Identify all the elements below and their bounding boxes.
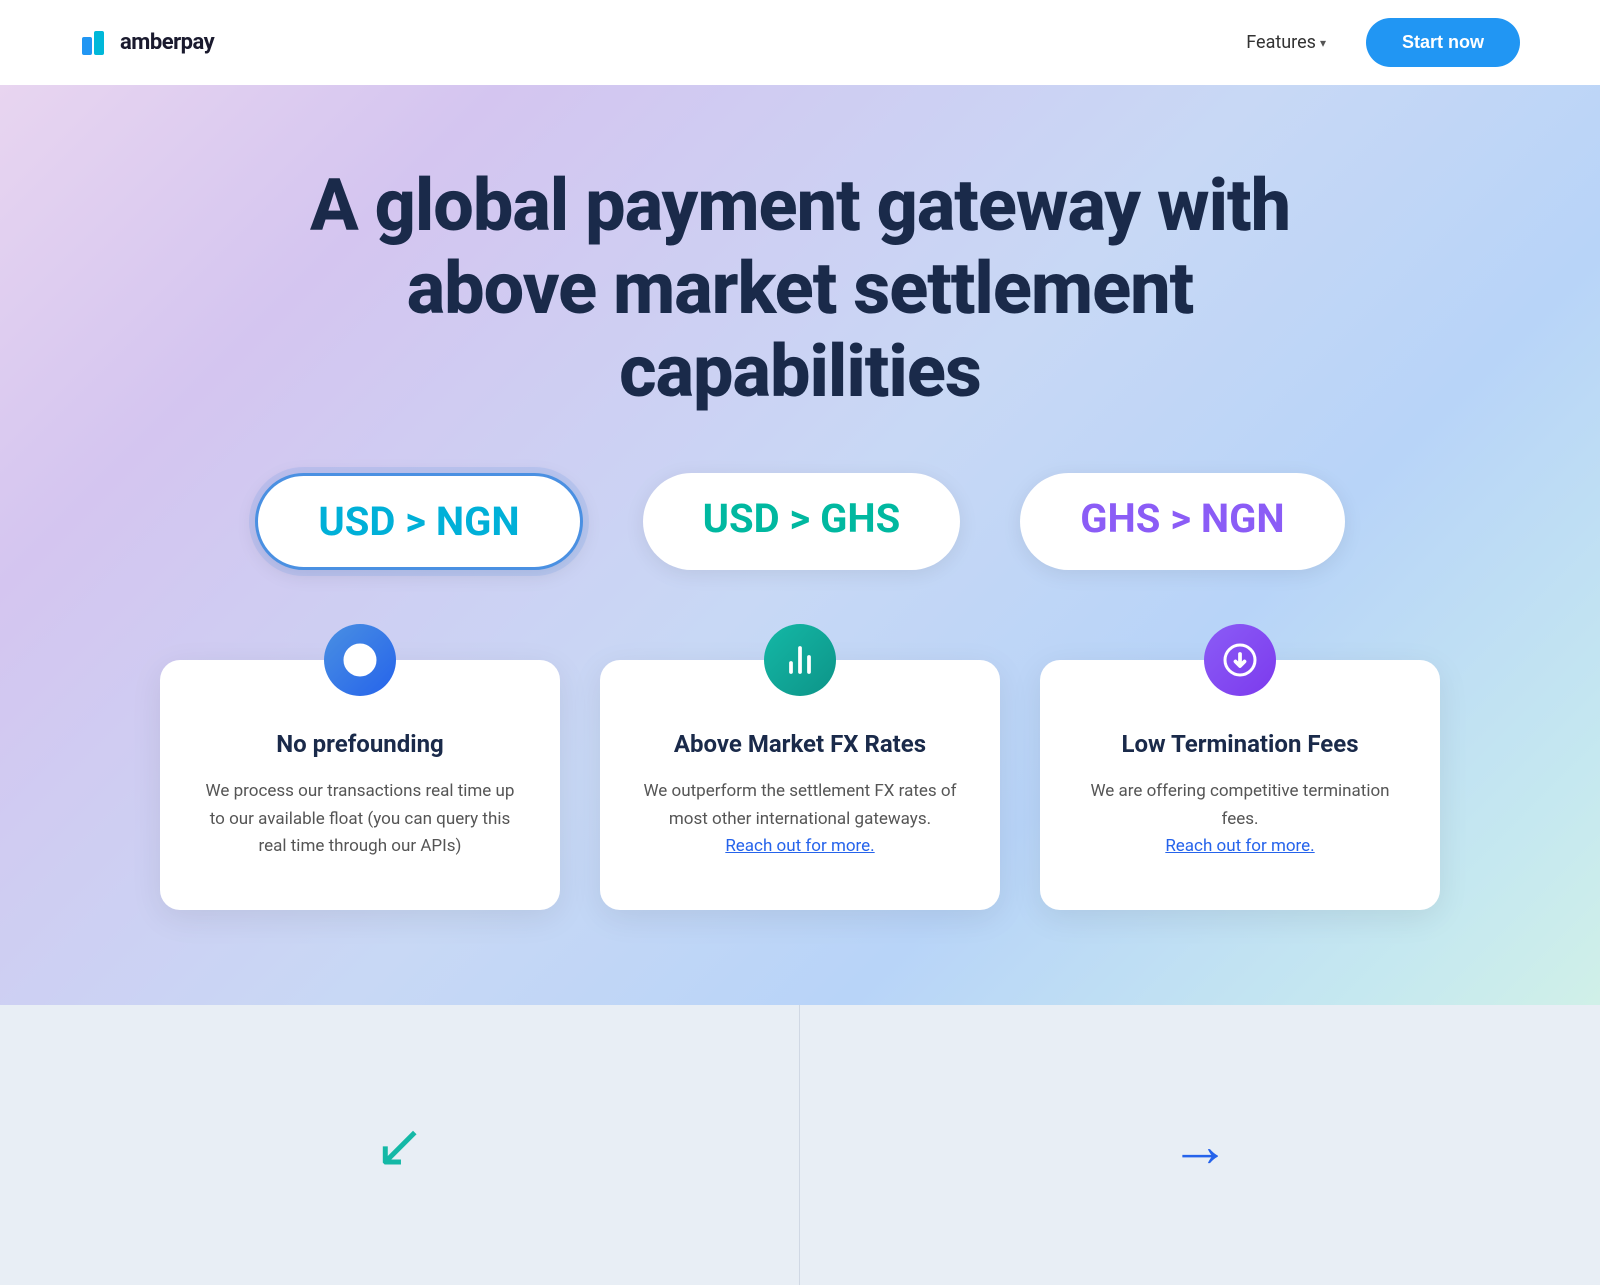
chart-bar-icon — [782, 642, 818, 678]
logo-text: amberpay — [120, 30, 214, 55]
card-fx-rates-desc: We outperform the settlement FX rates of… — [640, 778, 960, 860]
bottom-section: ↙ → — [0, 1005, 1600, 1285]
pill-ghs-ngn-label: GHS > NGN — [1080, 495, 1284, 542]
arrow-teal-icon: ↙ — [374, 1110, 424, 1181]
card-no-prefunding-desc: We process our transactions real time up… — [200, 778, 520, 860]
card-fx-rates: Above Market FX Rates We outperform the … — [600, 660, 1000, 910]
clock-icon — [342, 642, 378, 678]
bottom-right: → — [800, 1005, 1600, 1285]
pill-usd-ngn[interactable]: USD > NGN — [255, 473, 582, 570]
chevron-down-icon: ▾ — [1320, 36, 1326, 50]
arrow-blue-icon: → — [1170, 1110, 1230, 1181]
chart-icon-wrapper — [764, 624, 836, 696]
card-no-prefunding-title: No prefounding — [200, 730, 520, 758]
termination-fees-link[interactable]: Reach out for more. — [1165, 836, 1314, 856]
header: amberpay Features ▾ Start now — [0, 0, 1600, 85]
download-icon-wrapper — [1204, 624, 1276, 696]
card-termination-desc: We are offering competitive termination … — [1080, 778, 1400, 860]
feature-cards-group: No prefounding We process our transactio… — [80, 660, 1520, 910]
hero-title: A global payment gateway with above mark… — [300, 165, 1300, 413]
nav-right: Features ▾ Start now — [1246, 18, 1520, 67]
clock-icon-wrapper — [324, 624, 396, 696]
logo: amberpay — [80, 27, 214, 59]
pill-ghs-ngn[interactable]: GHS > NGN — [1020, 473, 1344, 570]
features-nav[interactable]: Features ▾ — [1246, 32, 1326, 53]
currency-pills-group: USD > NGN USD > GHS GHS > NGN — [80, 473, 1520, 570]
card-termination-fees: Low Termination Fees We are offering com… — [1040, 660, 1440, 910]
card-termination-title: Low Termination Fees — [1080, 730, 1400, 758]
pill-usd-ngn-label: USD > NGN — [318, 498, 519, 545]
card-no-prefunding: No prefounding We process our transactio… — [160, 660, 560, 910]
card-fx-rates-title: Above Market FX Rates — [640, 730, 960, 758]
bottom-left: ↙ — [0, 1005, 800, 1285]
download-icon — [1222, 642, 1258, 678]
features-label: Features — [1246, 32, 1316, 53]
fx-rates-link[interactable]: Reach out for more. — [725, 836, 874, 856]
hero-section: A global payment gateway with above mark… — [0, 85, 1600, 1005]
start-now-button[interactable]: Start now — [1366, 18, 1520, 67]
logo-icon — [80, 27, 112, 59]
pill-usd-ghs[interactable]: USD > GHS — [643, 473, 961, 570]
pill-usd-ghs-label: USD > GHS — [703, 495, 901, 542]
